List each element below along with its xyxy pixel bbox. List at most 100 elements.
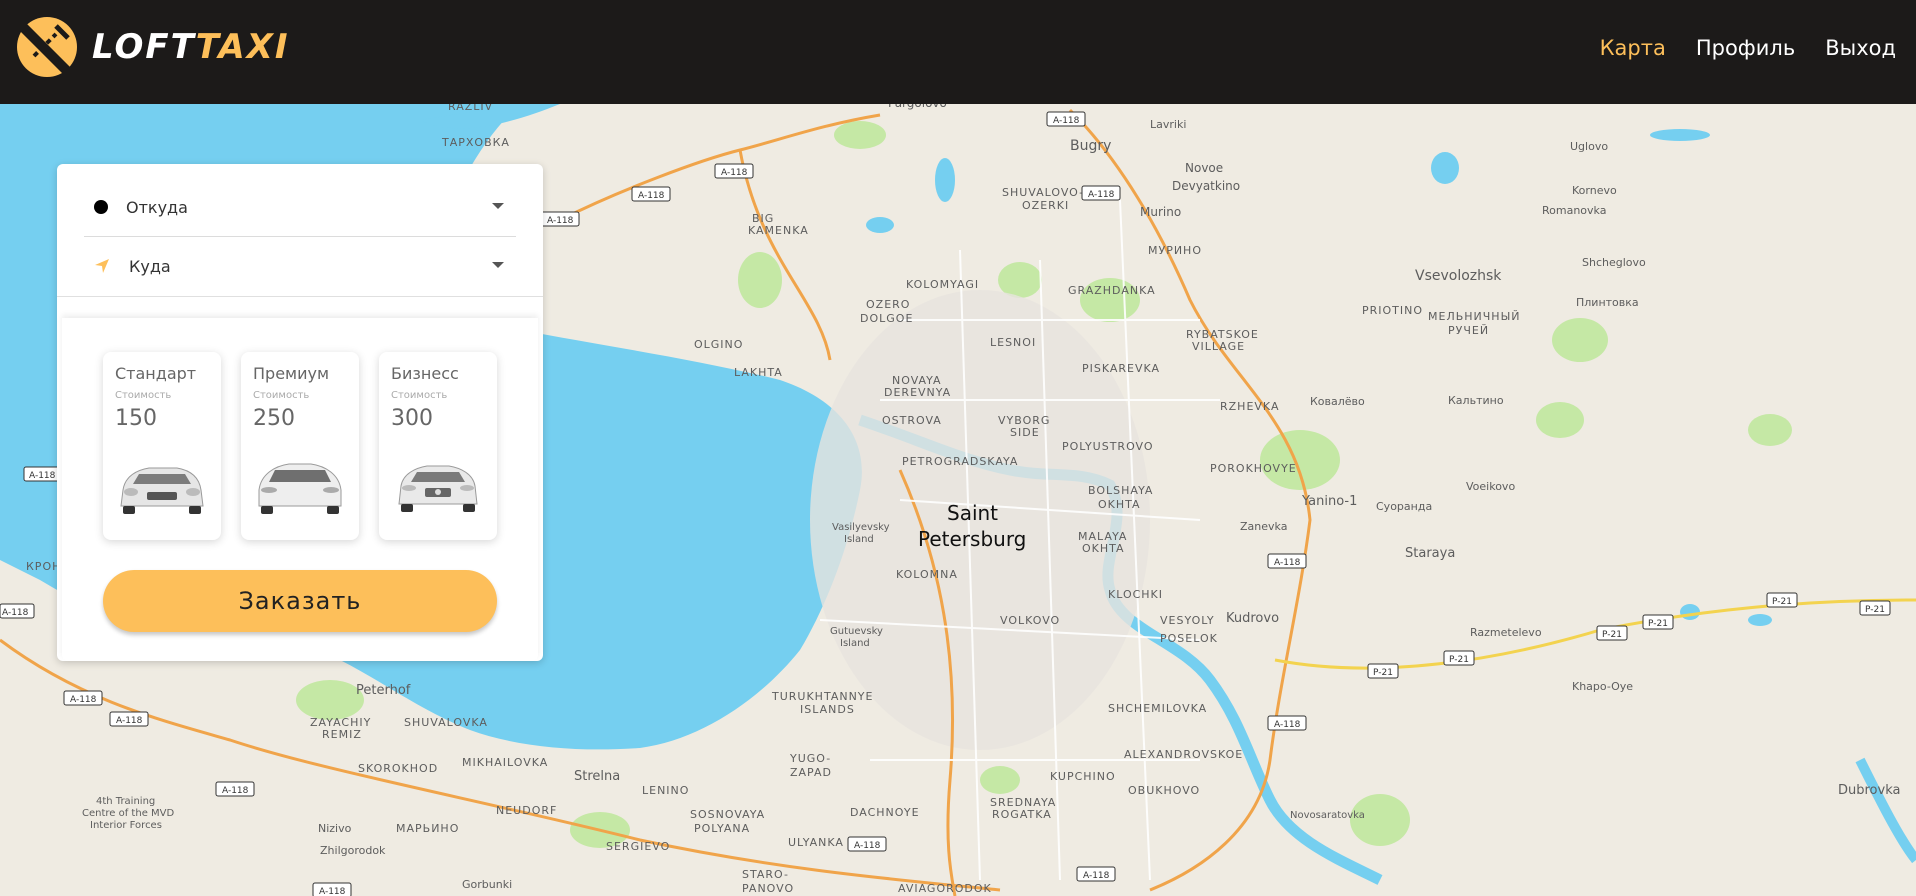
svg-text:KLOCHKI: KLOCHKI [1108,588,1163,601]
to-select[interactable]: Куда [84,237,516,295]
svg-text:ZAPAD: ZAPAD [790,766,832,779]
svg-text:A-118: A-118 [1274,720,1301,730]
car-business-icon [398,465,478,512]
nav-logout[interactable]: Выход [1825,36,1896,60]
logo-text-loft: LOFT [92,27,196,67]
svg-text:Island: Island [844,534,874,545]
svg-text:ТАРХОВКА: ТАРХОВКА [441,136,510,149]
svg-text:A-118: A-118 [638,191,665,201]
tariff-cost-label: Стоимость [115,390,172,401]
svg-text:Zhilgorodok: Zhilgorodok [320,844,386,857]
svg-text:SOSNOVAYA: SOSNOVAYA [690,808,765,821]
svg-text:LENINO: LENINO [642,784,689,797]
svg-text:SKOROKHOD: SKOROKHOD [358,762,438,775]
svg-text:VESYOLY: VESYOLY [1160,614,1215,627]
svg-text:PRIOTINO: PRIOTINO [1362,304,1423,317]
svg-text:Gutuevsky: Gutuevsky [830,626,883,637]
svg-text:OZERKI: OZERKI [1022,199,1069,212]
svg-text:Novosaratovka: Novosaratovka [1290,810,1365,821]
svg-text:SERGIEVO: SERGIEVO [606,840,670,853]
logo-wordmark: LOFT TAXI [92,27,290,67]
divider [57,296,543,297]
tariff-name: Стандарт [115,364,197,383]
main-nav: Карта Профиль Выход [1600,36,1896,60]
svg-text:DOLGOE: DOLGOE [860,312,913,325]
svg-text:Razmetelevo: Razmetelevo [1470,626,1542,639]
tariff-name: Бизнесс [391,364,459,383]
logo-icon [16,17,77,78]
nav-profile[interactable]: Профиль [1696,36,1795,60]
tariff-price: 300 [391,406,433,431]
svg-text:P-21: P-21 [1373,668,1393,678]
svg-text:OSTROVA: OSTROVA [882,414,942,427]
tariff-card-premium[interactable]: Премиум Стоимость 250 [241,352,359,540]
svg-text:A-118: A-118 [547,216,574,226]
svg-text:OKHTA: OKHTA [1082,542,1125,555]
svg-text:A-118: A-118 [854,841,881,851]
svg-text:DEREVNYA: DEREVNYA [884,386,951,399]
svg-text:P-21: P-21 [1602,630,1622,640]
svg-text:A-118: A-118 [1083,871,1110,881]
nav-map[interactable]: Карта [1600,36,1666,60]
car-standard-icon [120,467,204,514]
tariff-cost-label: Стоимость [253,390,310,401]
svg-text:Island: Island [840,638,870,649]
svg-text:Saint: Saint [947,501,998,525]
svg-text:ISLANDS: ISLANDS [800,703,855,716]
svg-text:A-118: A-118 [1088,190,1115,200]
svg-text:KOLOMYAGI: KOLOMYAGI [906,278,979,291]
svg-text:POLYANA: POLYANA [694,822,750,835]
svg-text:Gorbunki: Gorbunki [462,878,512,891]
svg-text:Petersburg: Petersburg [918,527,1026,551]
svg-text:A-118: A-118 [2,608,29,618]
svg-text:Strelna: Strelna [574,769,620,784]
svg-text:DACHNOYE: DACHNOYE [850,806,920,819]
svg-text:A-118: A-118 [319,887,346,896]
svg-text:OKHTA: OKHTA [1098,498,1141,511]
svg-text:POROKHOVYE: POROKHOVYE [1210,462,1297,475]
svg-text:OLGINO: OLGINO [694,338,743,351]
logo-text-taxi: TAXI [195,27,290,67]
svg-text:RZHEVKA: RZHEVKA [1220,400,1279,413]
svg-text:LAKHTA: LAKHTA [734,366,783,379]
from-placeholder: Откуда [126,197,188,217]
svg-text:NEUDORF: NEUDORF [496,804,557,817]
svg-text:Суоранда: Суоранда [1376,500,1432,513]
svg-text:Murino: Murino [1140,205,1181,219]
svg-text:SHUVALOVKA: SHUVALOVKA [404,716,488,729]
tariff-price: 150 [115,406,157,431]
svg-text:OZERO: OZERO [866,298,910,311]
svg-text:TURUKHTANNYE: TURUKHTANNYE [771,690,873,703]
svg-text:Centre of the MVD: Centre of the MVD [82,808,174,819]
tariff-name: Премиум [253,364,330,383]
tariff-price: 250 [253,406,295,431]
chevron-down-icon [492,203,504,209]
svg-text:STARO-: STARO- [742,868,789,881]
order-button[interactable]: Заказать [103,570,497,632]
svg-text:Pargolovo: Pargolovo [888,104,947,110]
tariff-card-business[interactable]: Бизнесс Стоимость 300 [379,352,497,540]
svg-text:Novoe: Novoe [1185,161,1223,175]
svg-text:VOLKOVO: VOLKOVO [1000,614,1060,627]
svg-text:VILLAGE: VILLAGE [1192,340,1245,353]
car-premium-icon [258,463,342,514]
origin-dot-icon [94,200,108,214]
svg-text:МАРЬИНО: МАРЬИНО [396,822,459,835]
svg-text:SHUVALOVO-: SHUVALOVO- [1002,186,1084,199]
svg-text:Nizivo: Nizivo [318,822,352,835]
chevron-down-icon [492,262,504,268]
svg-text:LESNOI: LESNOI [990,336,1036,349]
svg-text:A-118: A-118 [29,471,56,481]
logo[interactable]: LOFT TAXI [16,16,290,78]
svg-text:Dubrovka: Dubrovka [1838,783,1900,798]
svg-text:Lavriki: Lavriki [1150,118,1186,131]
from-select[interactable]: Откуда [84,178,516,237]
svg-text:KOLOMNA: KOLOMNA [896,568,958,581]
tariff-card-standard[interactable]: Стандарт Стоимость 150 [103,352,221,540]
svg-text:KUPCHINO: KUPCHINO [1050,770,1116,783]
svg-text:Romanovka: Romanovka [1542,204,1606,217]
svg-text:GRAZHDANKA: GRAZHDANKA [1068,284,1156,297]
svg-text:Peterhof: Peterhof [356,683,411,698]
svg-text:МЕЛЬНИЧНЫЙ: МЕЛЬНИЧНЫЙ [1428,310,1521,323]
svg-text:Zanevka: Zanevka [1240,520,1287,533]
